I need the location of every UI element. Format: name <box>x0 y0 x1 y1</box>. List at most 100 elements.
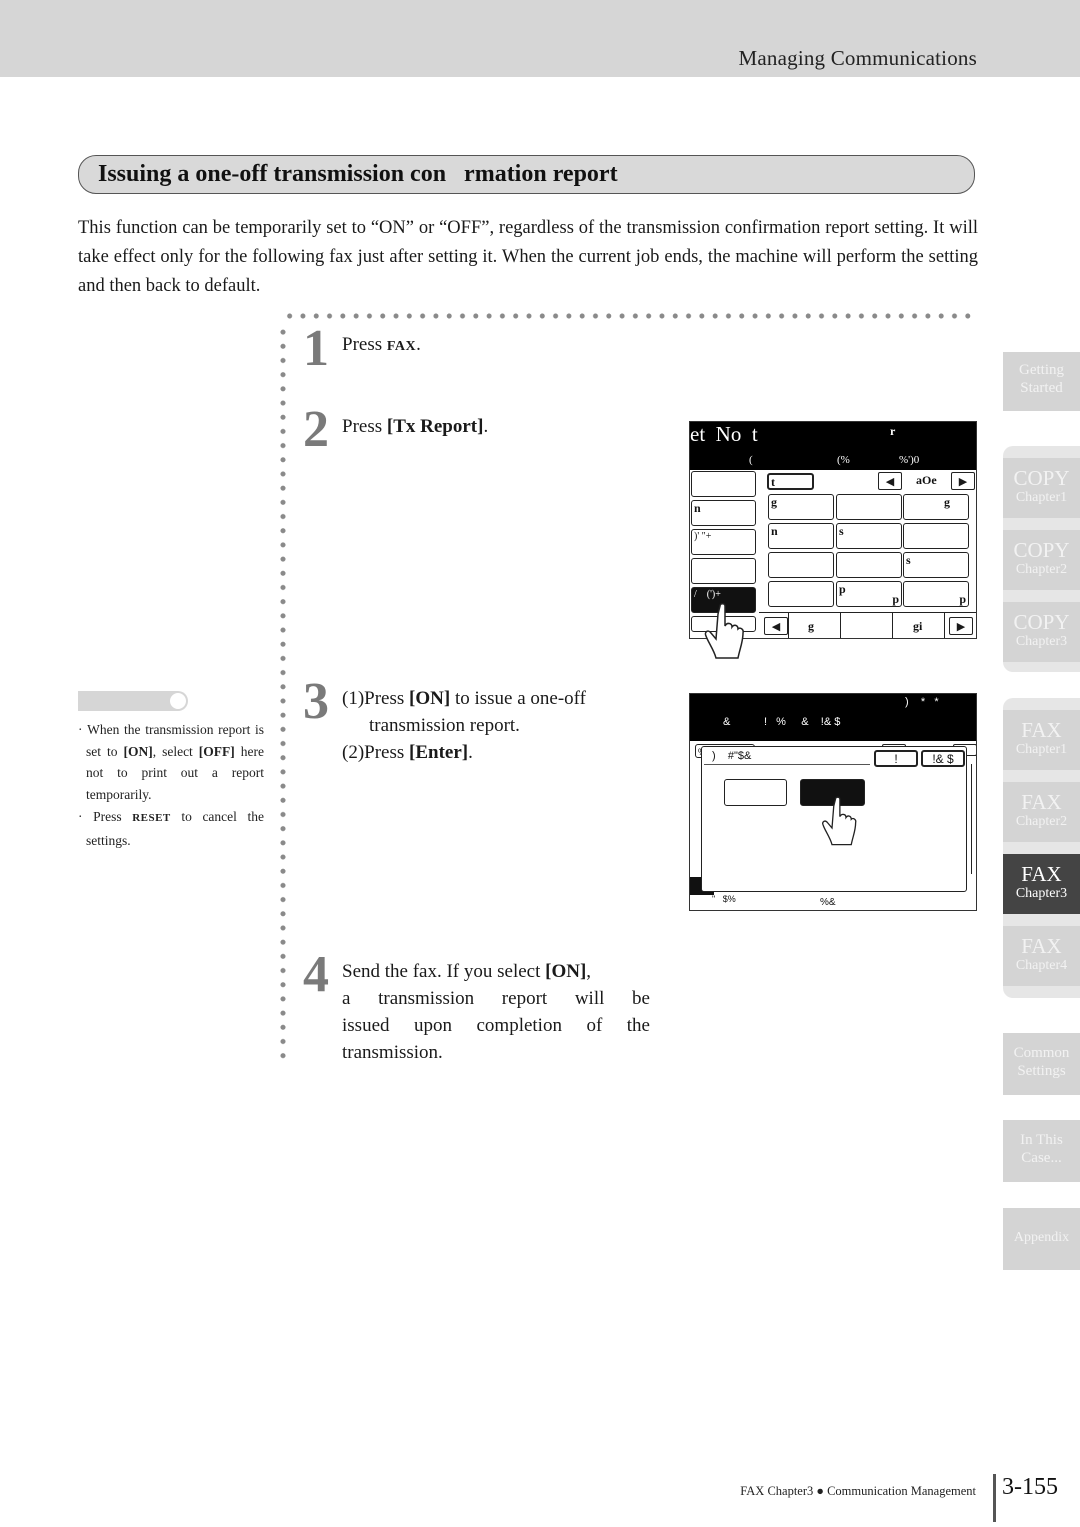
side-tab-label: COPY <box>1013 466 1070 490</box>
screen-fax-next-arrow[interactable]: ▶ <box>951 472 975 490</box>
behind-buttons-edge <box>966 764 972 874</box>
step-1-number: 1 <box>303 320 329 377</box>
side-tab-fax-chapter3[interactable]: FAX Chapter3 <box>1003 854 1080 914</box>
footer-chapter-text: FAX Chapter3 ● Communication Management <box>740 1484 976 1498</box>
side-tab-sublabel: Chapter1 <box>1015 742 1068 757</box>
intro-paragraph: This function can be temporarily set to … <box>78 218 978 296</box>
side-tab-sublabel: Settings <box>1017 1063 1066 1079</box>
note-circle-icon <box>169 692 187 710</box>
step-3-sub-2-key: [Enter] <box>409 742 469 763</box>
screen-fax-prev-arrow[interactable]: ◀ <box>878 472 902 490</box>
screen-fax-title: et No t <box>690 422 758 446</box>
screen-fax-title-right: r <box>890 424 896 438</box>
grid-btn-sub-label: p <box>959 592 966 606</box>
screen-fax-grid-btn[interactable] <box>903 523 969 549</box>
side-tab-in-this-case[interactable]: In This Case... <box>1003 1120 1080 1182</box>
left-arrow-icon: ◀ <box>885 474 895 488</box>
step-2-suffix: . <box>483 416 489 437</box>
step-2-number: 2 <box>303 401 329 458</box>
side-tab-sublabel: Chapter3 <box>1015 634 1068 649</box>
step-3-sub-2-suffix: . <box>468 742 473 763</box>
side-tab-label: FAX <box>1021 718 1062 742</box>
screen-fax-left-btn-1[interactable] <box>691 471 756 497</box>
step-3-sub-1-label: (1) <box>342 688 365 709</box>
screen-fax-grid-btn[interactable]: n <box>768 523 834 549</box>
screen-fax-grid-btn[interactable]: p <box>903 581 969 607</box>
dotted-rule-vertical <box>279 325 287 1065</box>
header-title: Managing Communications <box>738 46 977 70</box>
screen-fax-left-btn-2[interactable]: n <box>691 500 756 526</box>
divider <box>840 613 841 638</box>
side-tab-sublabel: Case... <box>1021 1150 1062 1166</box>
divider <box>788 613 789 638</box>
screen-tx-bottom-left-text: " $% <box>712 894 736 904</box>
note-key: [ON] <box>123 743 153 759</box>
screen-fax-grid-btn[interactable]: s <box>836 523 902 549</box>
note-key: RESET <box>132 811 171 824</box>
screen-fax-sub-a: ( <box>749 454 753 466</box>
right-arrow-icon: ▶ <box>956 619 966 633</box>
screen-fax-bottom-right-label[interactable]: gi <box>913 619 922 634</box>
step-4-line-1: Send the fax. If you select [ON], <box>342 958 650 985</box>
side-tab-appendix[interactable]: Appendix <box>1003 1208 1080 1270</box>
screen-tx-report-header: ) * * & ! % & !& $ <box>690 694 976 741</box>
screen-fax-bottom-bar <box>759 612 976 638</box>
screen-fax-grid-btn[interactable]: g <box>768 494 834 520</box>
tx-report-off-option[interactable] <box>724 779 787 806</box>
step-4-key: [ON] <box>545 961 587 982</box>
screen-tx-head-sub: & ! % & !& $ <box>723 716 841 728</box>
step-2-prefix: Press <box>342 416 387 437</box>
divider <box>944 613 945 638</box>
left-arrow-icon: ◀ <box>771 619 781 633</box>
screen-fax-left-btn-4[interactable] <box>691 558 756 584</box>
side-tab-sublabel: Started <box>1020 380 1063 396</box>
screen-fax-grid-btn[interactable] <box>768 581 834 607</box>
note-item: When the transmission report is set to [… <box>78 719 264 806</box>
step-3-sub-1-line2: transmission report. <box>369 715 520 736</box>
side-tab-sublabel: Chapter2 <box>1015 814 1068 829</box>
step-3-sub-1-suffix: to issue a one-off <box>450 688 586 709</box>
side-tab-copy-chapter2[interactable]: COPY Chapter2 <box>1003 530 1080 590</box>
screen-fax-page-label: aOe <box>916 473 937 487</box>
side-tab-fax-chapter2[interactable]: FAX Chapter2 <box>1003 782 1080 842</box>
side-tab-getting-started[interactable]: Getting Started <box>1003 352 1080 411</box>
side-tab-fax-chapter1[interactable]: FAX Chapter1 <box>1003 710 1080 770</box>
note-header-bar <box>78 691 188 711</box>
dialog-enter-button[interactable]: !& $ <box>921 750 965 767</box>
screen-fax-grid-btn[interactable]: p p <box>836 581 902 607</box>
step-1-key: FAX <box>386 339 417 354</box>
step-1-suffix: . <box>416 334 421 355</box>
note-text: Press <box>93 808 133 824</box>
step-4-line-3: issued upon completion of the <box>342 1015 650 1036</box>
side-tab-fax-chapter4[interactable]: FAX Chapter4 <box>1003 926 1080 986</box>
screen-fax-grid-btn[interactable] <box>836 552 902 578</box>
side-tab-copy-chapter3[interactable]: COPY Chapter3 <box>1003 602 1080 662</box>
screen-fax-bottom-left-label[interactable]: g <box>808 619 814 634</box>
screen-fax-sub-c: %')0 <box>899 454 920 466</box>
step-3-sub-2-label: (2) <box>342 742 365 763</box>
screen-fax-grid-btn[interactable] <box>768 552 834 578</box>
section-title-box: Issuing a one-off transmission con rmati… <box>78 155 975 194</box>
step-3-sub-2-prefix: Press <box>364 742 410 763</box>
step-4-number: 4 <box>303 946 329 1003</box>
screen-fax-grid-btn[interactable]: g <box>903 494 969 520</box>
side-tab-label: In This <box>1020 1132 1063 1148</box>
screen-fax-left-btn-3[interactable]: )' "+ <box>691 529 756 555</box>
step-4-line-2: a transmission report will be <box>342 988 650 1009</box>
screen-fax-tab-button[interactable]: t <box>767 473 814 490</box>
dialog-cancel-button[interactable]: ! <box>874 750 918 767</box>
screen-fax-grid-btn[interactable]: s <box>903 552 969 578</box>
footer-divider <box>993 1474 996 1522</box>
step-1-prefix: Press <box>342 334 387 355</box>
screen-fax-bottom-next[interactable]: ▶ <box>949 617 973 635</box>
dotted-rule-horizontal <box>283 312 978 320</box>
grid-btn-sub-label: p <box>892 592 899 606</box>
right-arrow-icon: ▶ <box>958 474 968 488</box>
side-tab-copy-chapter1[interactable]: COPY Chapter1 <box>1003 458 1080 518</box>
note-item: Press RESET to cancel the settings. <box>78 806 264 851</box>
screen-fax-bottom-prev[interactable]: ◀ <box>764 617 788 635</box>
screen-fax-grid-btn[interactable] <box>836 494 902 520</box>
side-tab-common-settings[interactable]: Common Settings <box>1003 1033 1080 1095</box>
section-title: Issuing a one-off transmission con rmati… <box>98 161 618 187</box>
grid-btn-label: p <box>839 582 846 596</box>
